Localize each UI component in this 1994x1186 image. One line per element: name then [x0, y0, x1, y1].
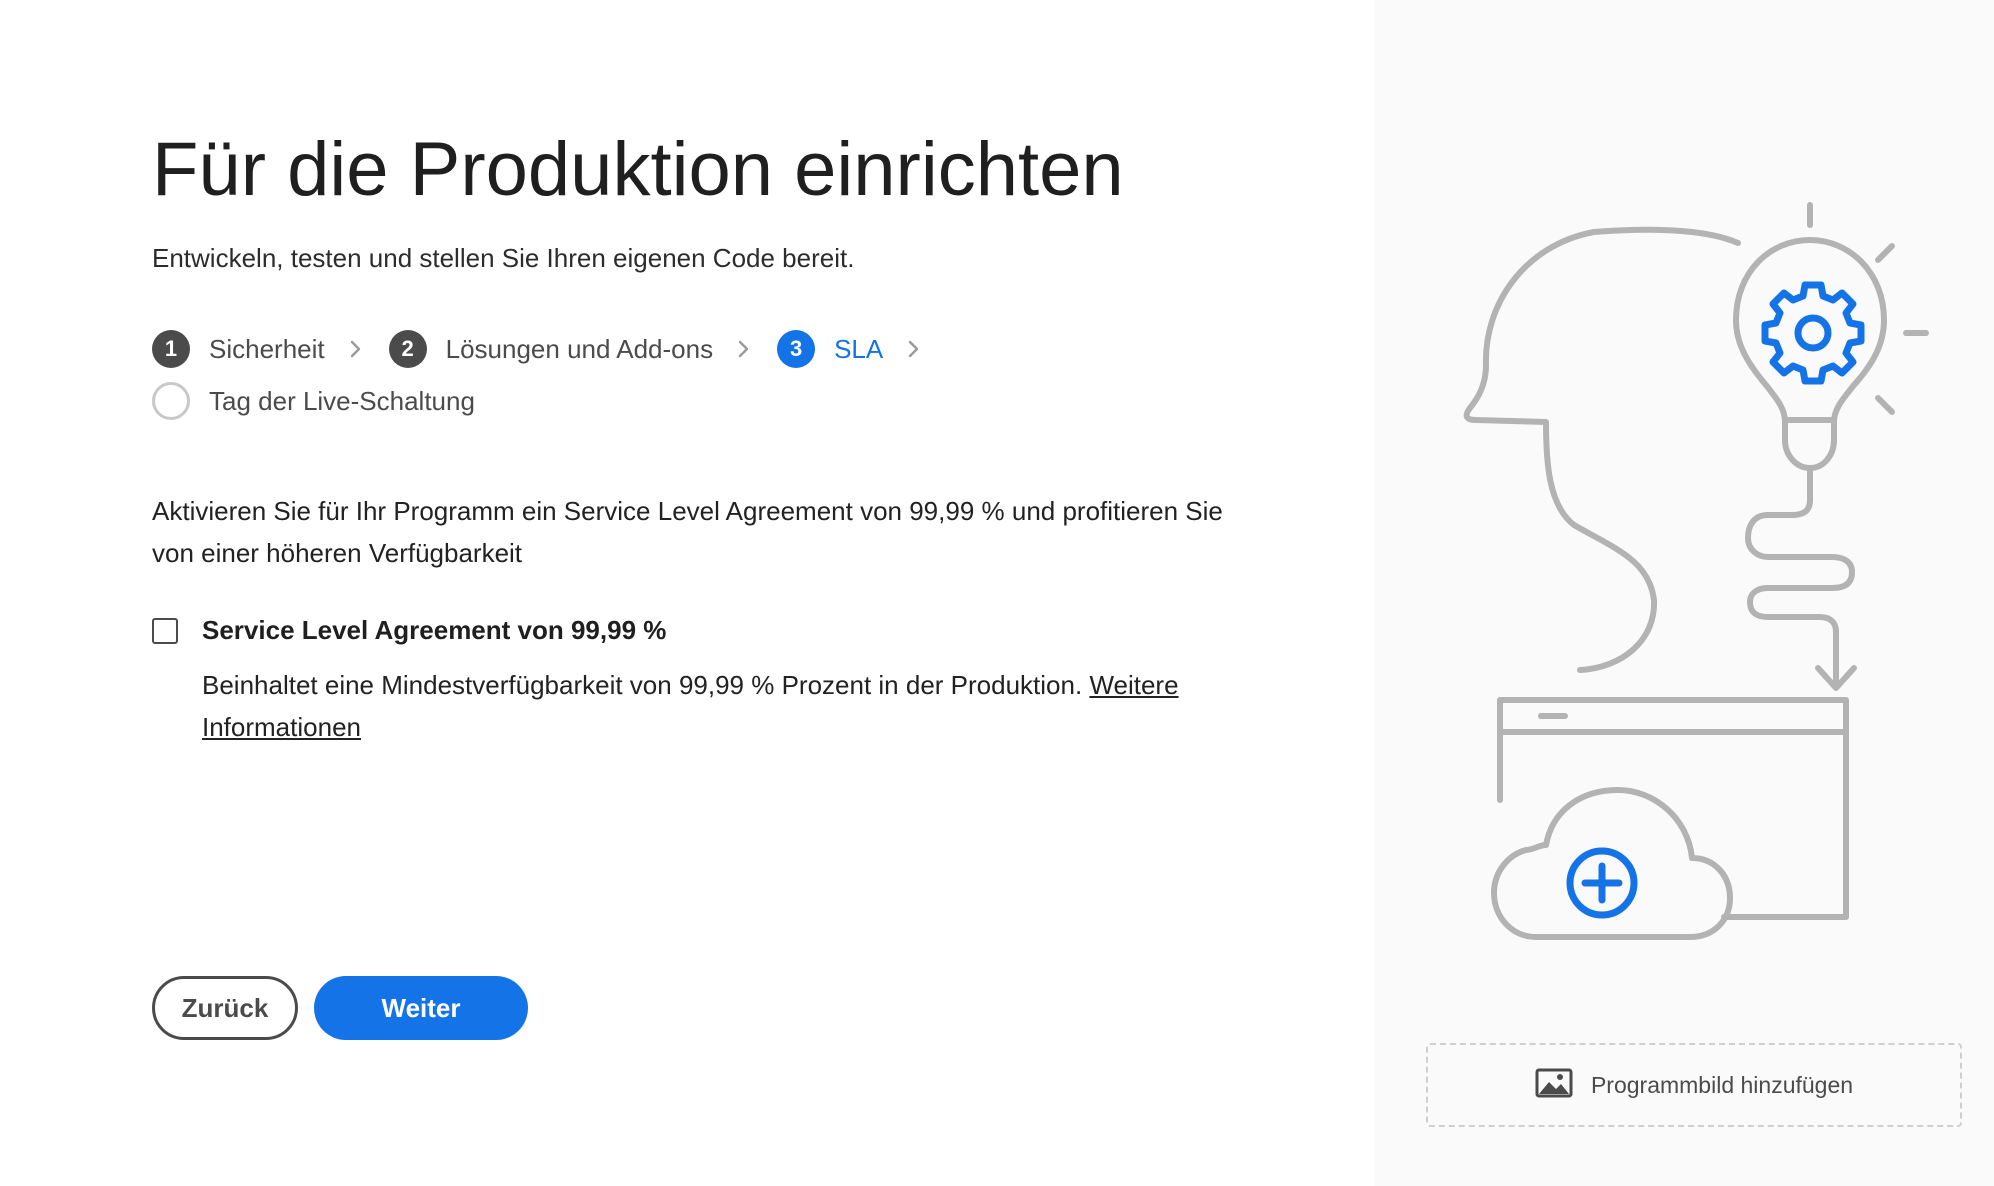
- sla-checkbox-label[interactable]: Service Level Agreement von 99,99 %: [202, 615, 666, 646]
- step-empty-circle: [152, 382, 190, 420]
- page-subtitle: Entwickeln, testen und stellen Sie Ihren…: [152, 243, 855, 273]
- step-number-badge: 1: [152, 330, 190, 368]
- step-go-live-day[interactable]: Tag der Live-Schaltung: [152, 382, 475, 420]
- step-label: SLA: [834, 333, 884, 364]
- stepper-row: 1 Sicherheit 2 Lösungen und Add-ons 3 SL…: [152, 327, 1252, 371]
- back-button[interactable]: Zurück: [152, 976, 298, 1040]
- chevron-right-icon: [349, 339, 363, 359]
- add-image-label: Programmbild hinzufügen: [1590, 1071, 1854, 1098]
- sla-detail: Beinhaltet eine Mindestverfügbarkeit von…: [202, 664, 1232, 748]
- image-icon: [1535, 1068, 1573, 1103]
- sidebar: Programmbild hinzufügen: [1374, 0, 1994, 1186]
- step-sla[interactable]: 3 SLA: [777, 330, 883, 368]
- next-button[interactable]: Weiter: [314, 976, 528, 1040]
- step-security[interactable]: 1 Sicherheit: [152, 330, 325, 368]
- main-panel: Für die Produktion einrichten Entwickeln…: [0, 0, 1374, 1186]
- sla-checkbox[interactable]: [152, 617, 178, 644]
- sla-description: Aktivieren Sie für Ihr Programm ein Serv…: [152, 496, 1223, 568]
- sla-detail-text: Beinhaltet eine Mindestverfügbarkeit von…: [202, 670, 1083, 700]
- step-label: Tag der Live-Schaltung: [209, 385, 475, 416]
- stepper-row: Tag der Live-Schaltung: [152, 379, 1252, 423]
- setup-page: Für die Produktion einrichten Entwickeln…: [0, 0, 1994, 1186]
- chevron-right-icon: [907, 339, 921, 359]
- add-program-image-button[interactable]: Programmbild hinzufügen: [1426, 1043, 1962, 1127]
- chevron-right-icon: [737, 339, 751, 359]
- step-number-badge: 3: [777, 330, 816, 368]
- step-number-badge: 2: [388, 330, 427, 368]
- sla-option[interactable]: Service Level Agreement von 99,99 %: [152, 615, 666, 646]
- step-solutions-addons[interactable]: 2 Lösungen und Add-ons: [388, 330, 714, 368]
- head-lightbulb-cloud-illustration: [1463, 202, 1929, 940]
- step-label: Sicherheit: [209, 333, 325, 364]
- step-label: Lösungen und Add-ons: [445, 333, 714, 364]
- page-title: Für die Produktion einrichten: [152, 127, 1124, 212]
- stepper: 1 Sicherheit 2 Lösungen und Add-ons 3 SL…: [152, 327, 1252, 423]
